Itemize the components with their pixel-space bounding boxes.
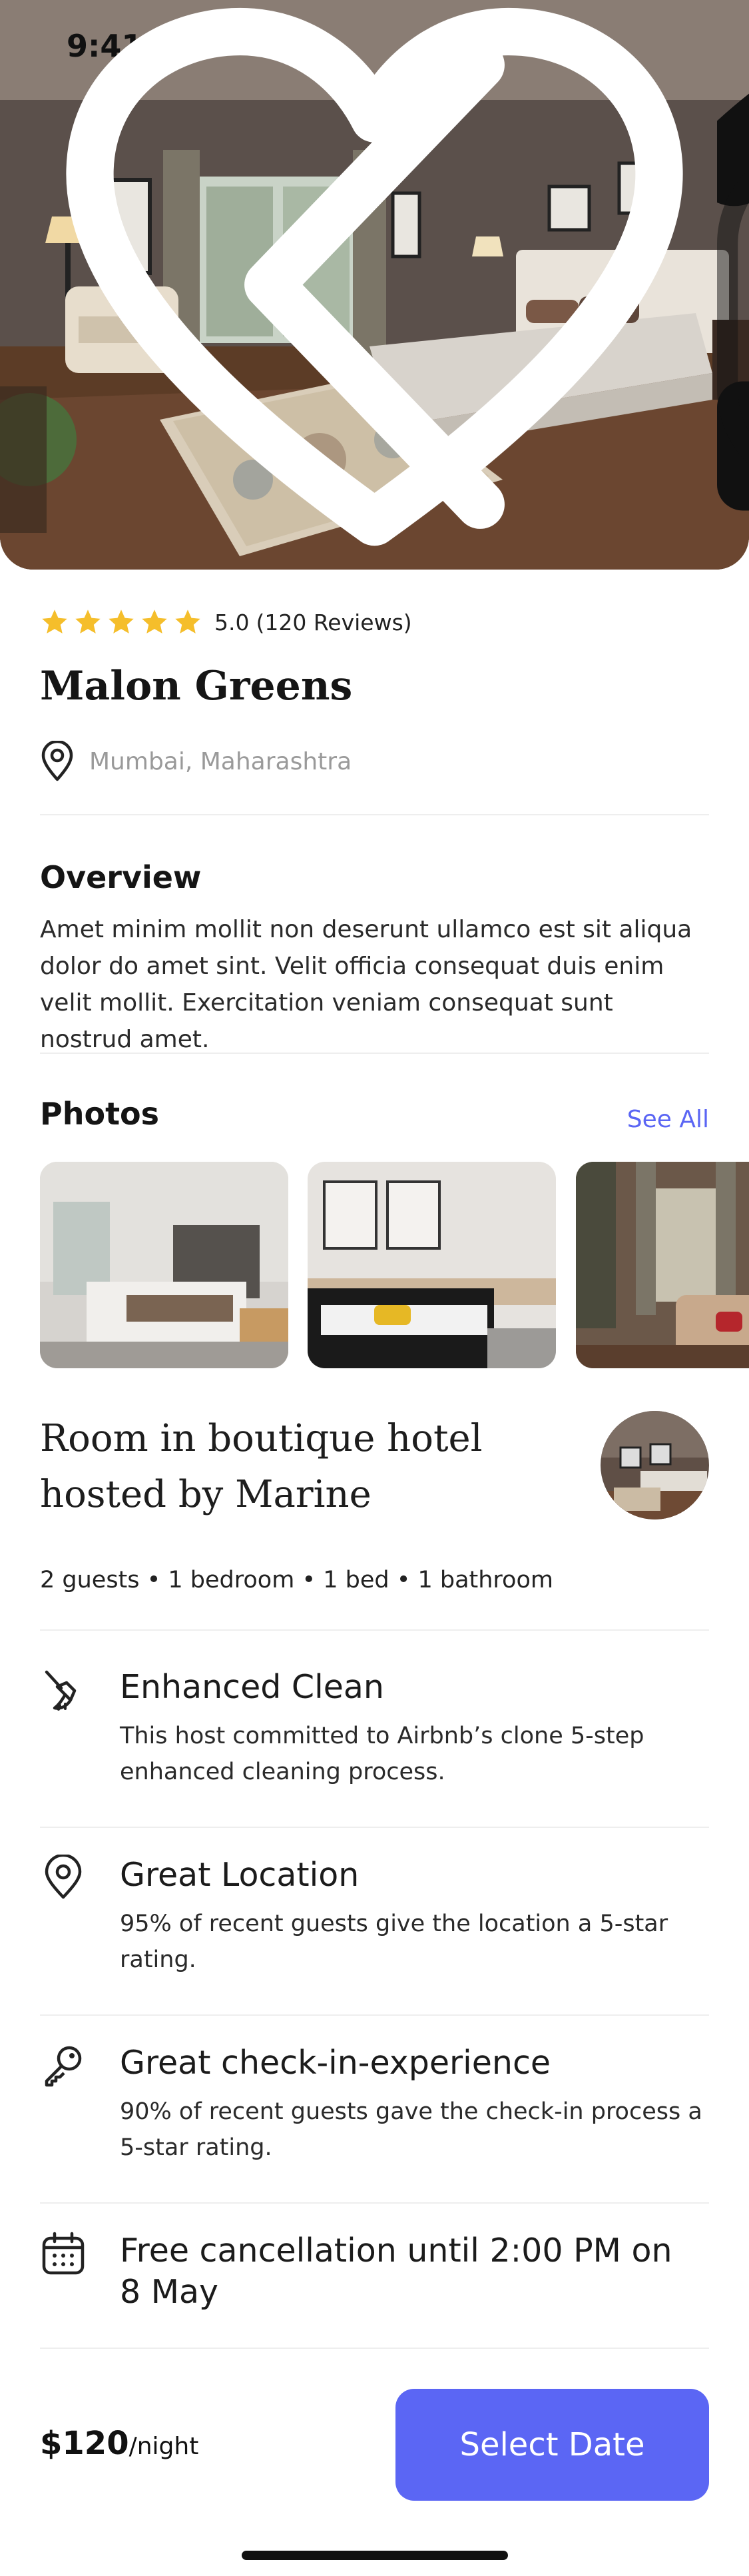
- feature-description: 95% of recent guests give the location a…: [120, 1911, 668, 1973]
- broom-icon: [45, 1670, 77, 1711]
- feature-description: This host committed to Airbnb’s clone 5-…: [120, 1723, 644, 1785]
- photo-thumbnail[interactable]: [40, 1162, 288, 1368]
- hosted-line-1: Room in boutique hotel: [40, 1417, 483, 1460]
- price-amount: $120: [40, 2425, 129, 2462]
- photo-thumbnail[interactable]: [308, 1162, 556, 1368]
- calendar-icon: [42, 2232, 85, 2275]
- location-pin-icon: [41, 741, 73, 781]
- hotel-name: Malon Greens: [40, 663, 353, 709]
- feature-description: 90% of recent guests gave the check-in p…: [120, 2098, 702, 2161]
- photo-carousel[interactable]: [40, 1162, 749, 1368]
- star-icon: [109, 610, 134, 634]
- feature-title: Great Location: [120, 1856, 360, 1894]
- hero-room-photo: 9:41: [0, 0, 749, 570]
- room-photo-1: [40, 1162, 288, 1368]
- overview-text: Amet minim mollit non deserunt ullamco e…: [40, 916, 692, 1053]
- review-count: (120 Reviews): [256, 609, 412, 636]
- select-date-button[interactable]: Select Date: [395, 2389, 709, 2501]
- favorite-heart-icon[interactable]: [0, 0, 749, 570]
- rating-value: 5.0: [214, 609, 250, 636]
- star-icon: [42, 610, 67, 634]
- location-text: Mumbai, Maharashtra: [89, 747, 352, 775]
- home-indicator[interactable]: [242, 2551, 508, 2560]
- divider: [40, 2202, 709, 2204]
- host-avatar[interactable]: [601, 1411, 709, 1519]
- photo-thumbnail[interactable]: [576, 1162, 749, 1368]
- divider: [40, 1629, 709, 1631]
- location-pin-icon: [45, 1855, 82, 1899]
- host-avatar-image: [601, 1411, 709, 1519]
- rating-row: 5.0 (120 Reviews): [40, 608, 412, 637]
- divider: [40, 2348, 709, 2349]
- divider: [40, 814, 709, 815]
- star-icon: [175, 610, 200, 634]
- star-rating: [40, 608, 202, 637]
- overview-heading: Overview: [40, 859, 202, 895]
- key-icon: [45, 2046, 82, 2087]
- star-icon: [142, 610, 167, 634]
- feature-title: Great check-in-experience: [120, 2044, 551, 2082]
- price-unit: /night: [128, 2433, 199, 2460]
- hosted-line-2: hosted by Marine: [40, 1473, 372, 1516]
- star-icon: [75, 610, 101, 634]
- divider: [40, 1053, 709, 1054]
- hotel-location: Mumbai, Maharashtra: [40, 741, 352, 782]
- divider: [40, 1827, 709, 1828]
- room-photo-3: [576, 1162, 749, 1368]
- feature-title: Free cancellation until 2:00 PM on 8 May: [120, 2232, 672, 2311]
- price-per-night: $120/night: [40, 2425, 198, 2462]
- room-facts: 2 guests • 1 bedroom • 1 bed • 1 bathroo…: [40, 1567, 553, 1593]
- photos-heading: Photos: [40, 1096, 160, 1132]
- room-photo-2: [308, 1162, 556, 1368]
- divider: [40, 2014, 709, 2016]
- see-all-link[interactable]: See All: [627, 1106, 709, 1133]
- feature-title: Enhanced Clean: [120, 1668, 384, 1706]
- hosted-by-title: Room in boutique hotel hosted by Marine: [40, 1411, 483, 1523]
